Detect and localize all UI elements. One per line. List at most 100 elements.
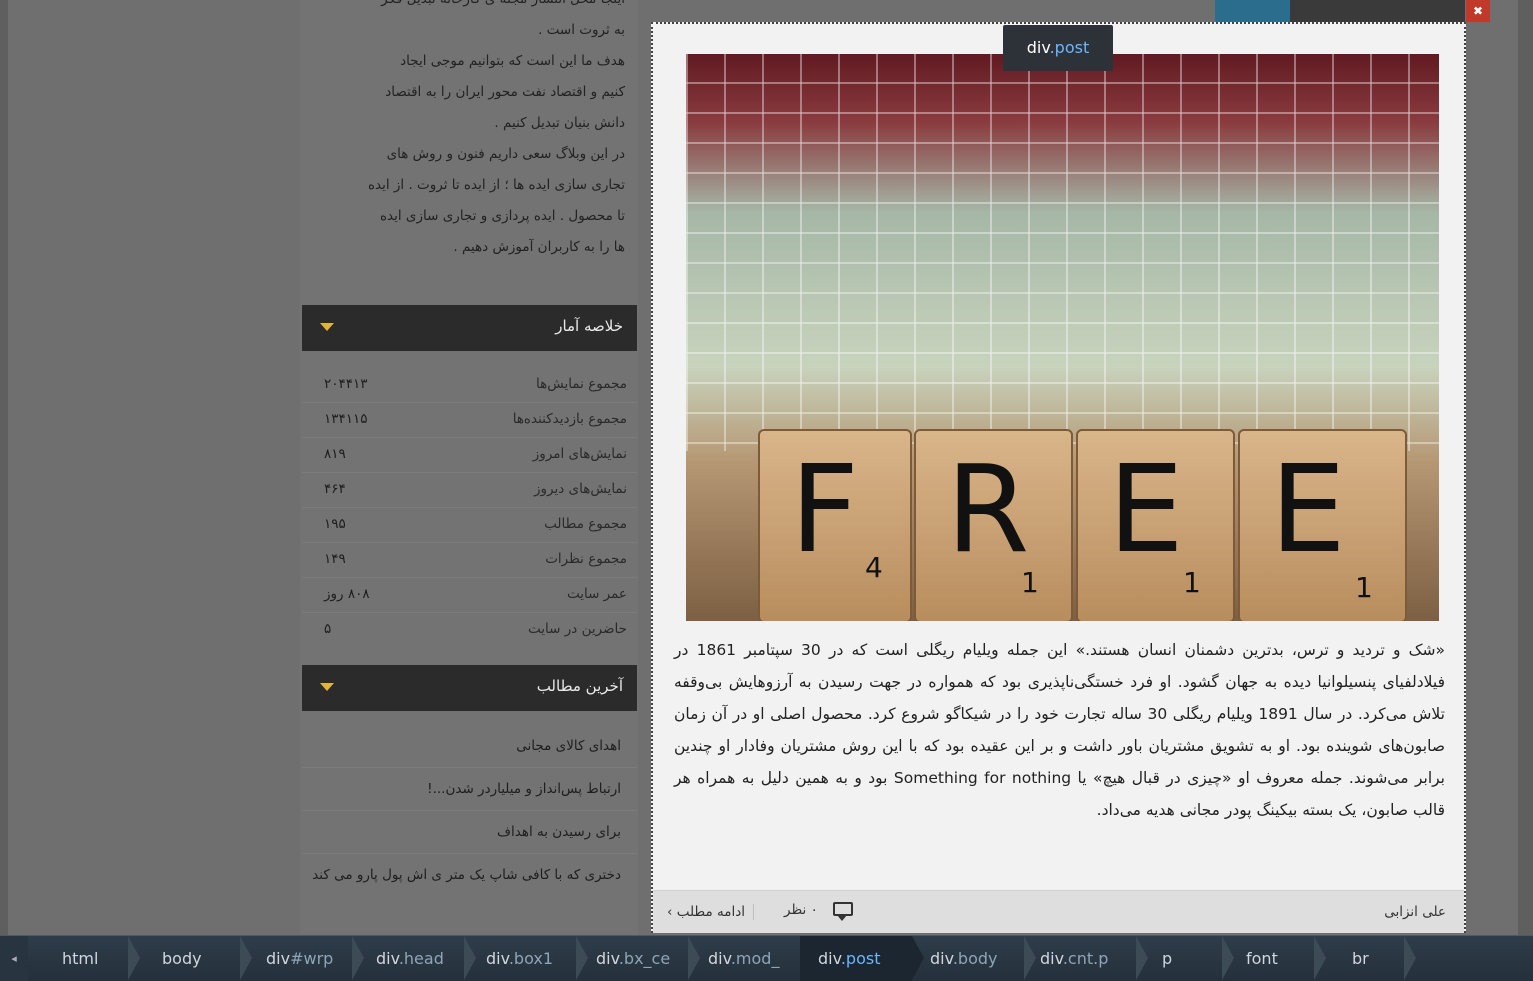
breadcrumb-separator — [352, 936, 364, 980]
chevron-down-icon[interactable] — [320, 683, 334, 691]
scrabble-tile: F 4 — [758, 429, 912, 621]
about-text: اینجا محل انتشار مجله ی کارخانه تبدیل فک… — [305, 0, 625, 263]
stat-row: مجموع نمایش‌ها ۲۰۴۴۱۳ — [302, 368, 637, 403]
tile-score: 4 — [865, 551, 883, 584]
tooltip-class: .post — [1049, 38, 1090, 57]
stat-label: مجموع بازدیدکننده‌ها — [512, 411, 627, 427]
element-inspector-tooltip: div.post — [1003, 25, 1113, 71]
page-right-margin — [1518, 0, 1533, 935]
read-more-link[interactable]: ادامه مطلب › — [667, 904, 754, 920]
chevron-down-icon[interactable] — [320, 323, 334, 331]
breadcrumb-item[interactable]: body — [140, 936, 240, 981]
about-line: کنیم و اقتصاد نفت محور ایران را به اقتصا… — [385, 84, 625, 100]
stat-value: ۱۳۴۱۱۵ — [324, 411, 368, 427]
stat-label: عمر سایت — [566, 586, 627, 602]
breadcrumb-item[interactable]: div.body — [924, 936, 1024, 981]
crumb-class: .bx_ce — [618, 949, 671, 968]
stat-label: مجموع مطالب — [544, 516, 627, 532]
latest-posts-widget-header[interactable]: آخرین مطالب — [302, 665, 637, 711]
crumb-class: .head — [398, 949, 444, 968]
stat-value: ۲۰۴۴۱۳ — [324, 376, 368, 392]
page-left-margin — [0, 0, 8, 935]
about-line: اینجا محل انتشار مجله ی کارخانه تبدیل فک… — [305, 0, 625, 15]
scrabble-tile: R 1 — [914, 429, 1073, 621]
stat-value: ۵ — [324, 621, 332, 637]
tile-score: 1 — [1021, 566, 1039, 599]
stat-row: حاضرین در سایت ۵ — [302, 613, 637, 647]
breadcrumb-item[interactable]: div.cnt.p — [1036, 936, 1136, 981]
breadcrumb-item[interactable]: br — [1326, 936, 1416, 981]
crumb-class: .body — [952, 949, 998, 968]
crumb-class: .cnt.p — [1062, 949, 1109, 968]
about-line: به ثروت است . — [538, 22, 625, 38]
comment-icon[interactable] — [833, 902, 853, 921]
latest-posts-widget-title: آخرین مطالب — [536, 677, 623, 695]
breadcrumb-separator — [688, 936, 700, 980]
breadcrumb-item[interactable]: div.head — [364, 936, 464, 981]
stats-widget-header[interactable]: خلاصه آمار — [302, 305, 637, 351]
stat-label: نمایش‌های دیروز — [534, 481, 627, 497]
breadcrumb-separator — [240, 936, 252, 980]
stat-value: ۱۴۹ — [324, 551, 346, 567]
about-line: تجاری سازی ایده ها ؛ از ایده تا ثروت . ا… — [367, 177, 625, 193]
breadcrumb-item[interactable]: div.bx_ce — [588, 936, 688, 981]
breadcrumb-item[interactable]: div.box1 — [476, 936, 576, 981]
latest-post-link[interactable]: اهدای کالای مجانی — [302, 725, 637, 768]
comments-link[interactable]: ۰ نظر — [784, 902, 818, 918]
tooltip-tag: div — [1026, 38, 1050, 57]
crumb-tag: div — [596, 949, 619, 968]
tile-score: 1 — [1355, 571, 1373, 604]
stat-value: ۸۱۹ — [324, 446, 346, 462]
breadcrumb-item-selected[interactable]: div.post — [800, 936, 912, 981]
crumb-tag: p — [1162, 949, 1173, 968]
scrabble-board-image — [686, 54, 1439, 451]
latest-post-link[interactable]: ارتباط پس‌انداز و میلیاردر شدن...! — [302, 768, 637, 811]
stat-label: مجموع نمایش‌ها — [536, 376, 627, 392]
close-icon[interactable]: ✖ — [1466, 0, 1490, 22]
stats-widget-title: خلاصه آمار — [555, 317, 623, 335]
crumb-class: .post — [840, 949, 881, 968]
crumb-class: .box1 — [508, 949, 554, 968]
about-line: ها را به کاربران آموزش دهیم . — [453, 239, 625, 255]
breadcrumb-separator — [464, 936, 476, 980]
stat-row: عمر سایت ۸۰۸ روز — [302, 578, 637, 613]
breadcrumb-separator — [576, 936, 588, 980]
breadcrumb-separator — [1024, 936, 1036, 980]
stat-label: نمایش‌های امروز — [532, 446, 627, 462]
post-author-link[interactable]: علی انزابی — [1384, 904, 1446, 920]
post-body-text: «شک و تردید و ترس، بدترین دشمنان انسان ه… — [674, 641, 1445, 819]
breadcrumb-item[interactable]: div.mod_ — [700, 936, 800, 981]
crumb-tag: div — [930, 949, 953, 968]
about-line: هدف ما این است که بتوانیم موجی ایجاد — [400, 53, 625, 69]
breadcrumb-item[interactable]: font — [1234, 936, 1324, 981]
tile-score: 1 — [1183, 566, 1201, 599]
breadcrumb-separator — [1404, 936, 1416, 980]
stat-row: نمایش‌های دیروز ۴۶۴ — [302, 473, 637, 508]
crumb-class: #wrp — [290, 949, 334, 968]
breadcrumb-separator — [912, 936, 924, 980]
element-breadcrumb-bar: ◂ html body div#wrp div.head div.box1 di… — [0, 935, 1533, 981]
stat-value: ۴۶۴ — [324, 481, 346, 497]
tile-letter: R — [946, 441, 1030, 580]
breadcrumb-item[interactable]: html — [28, 936, 128, 981]
tile-letter: E — [1270, 441, 1346, 580]
breadcrumb-item[interactable]: div#wrp — [252, 936, 352, 981]
breadcrumb-separator — [1136, 936, 1148, 980]
crumb-tag: html — [62, 949, 99, 968]
scroll-left-icon[interactable]: ◂ — [0, 936, 28, 981]
about-line: در این وبلاگ سعی داریم فنون و روش های — [386, 146, 625, 162]
crumb-tag: div — [818, 949, 841, 968]
crumb-tag: div — [486, 949, 509, 968]
breadcrumb-separator — [1314, 936, 1326, 980]
about-line: تا محصول . ایده پردازی و تجاری سازی ایده — [379, 208, 625, 224]
stat-value: ۱۹۵ — [324, 516, 346, 532]
post-image[interactable]: F 4 R 1 E 1 E 1 — [686, 54, 1439, 621]
about-line: دانش بنیان تبدیل کنیم . — [494, 115, 625, 131]
crumb-tag: font — [1246, 949, 1278, 968]
latest-post-link[interactable]: برای رسیدن به اهداف — [302, 811, 637, 854]
latest-post-link[interactable]: دختری که با کافی شاپ یک متر ی اش پول پار… — [302, 854, 637, 896]
crumb-tag: body — [162, 949, 202, 968]
scrabble-tile: E 1 — [1238, 429, 1407, 621]
stat-value: ۸۰۸ روز — [324, 586, 370, 602]
stat-row: مجموع مطالب ۱۹۵ — [302, 508, 637, 543]
